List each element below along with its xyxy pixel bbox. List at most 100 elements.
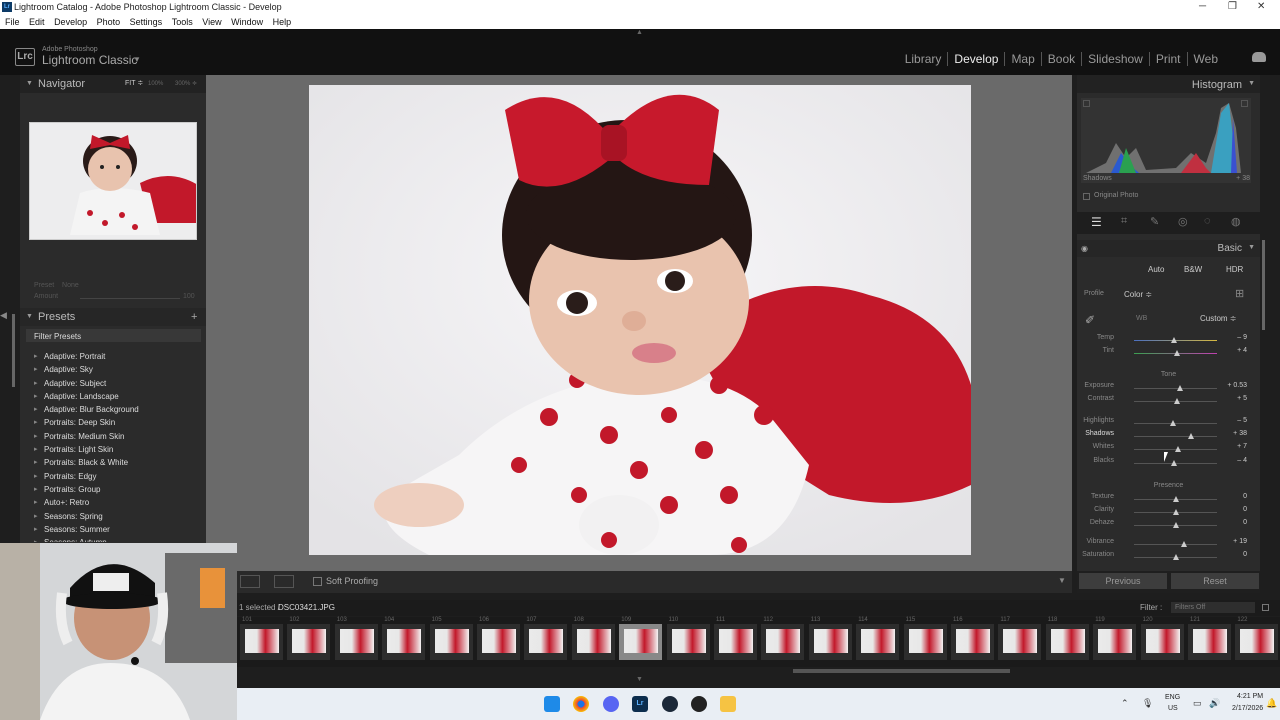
collapse-top-icon[interactable]: ▲ bbox=[636, 29, 643, 36]
filmstrip-scrollbar[interactable] bbox=[793, 669, 1010, 673]
slider-knob[interactable] bbox=[1172, 522, 1179, 528]
network-icon[interactable]: ▭ bbox=[1193, 698, 1202, 709]
lightroom-taskbar-icon[interactable]: Lr bbox=[632, 696, 648, 712]
zoom-fit[interactable]: FIT ≑ bbox=[125, 75, 143, 93]
previous-button[interactable]: Previous bbox=[1079, 573, 1167, 589]
filmstrip-thumbnail[interactable]: 116 bbox=[951, 617, 994, 660]
slider-whites[interactable]: Whites + 7 bbox=[1077, 443, 1260, 456]
wb-eyedropper-icon[interactable]: ✐ bbox=[1085, 313, 1095, 327]
main-photo[interactable] bbox=[309, 85, 971, 555]
preset-group-item[interactable]: Portraits: Deep Skin bbox=[32, 416, 139, 429]
chrome-icon[interactable] bbox=[573, 696, 589, 712]
menu-help[interactable]: Help bbox=[273, 17, 292, 27]
notification-icon[interactable]: 🔔 bbox=[1266, 698, 1277, 709]
module-web[interactable]: Web bbox=[1186, 52, 1224, 66]
masking-icon[interactable]: ◌ bbox=[1204, 215, 1211, 227]
slider-knob[interactable] bbox=[1170, 460, 1177, 466]
slider-knob[interactable] bbox=[1174, 446, 1181, 452]
cloud-sync-icon[interactable] bbox=[1252, 52, 1266, 62]
navigator-thumbnail[interactable] bbox=[29, 122, 197, 240]
slider-value[interactable]: + 7 bbox=[1217, 443, 1247, 450]
preset-group-item[interactable]: Adaptive: Landscape bbox=[32, 390, 139, 403]
filmstrip-thumbnail[interactable]: 112 bbox=[761, 617, 805, 660]
module-print[interactable]: Print bbox=[1148, 52, 1187, 66]
yy-compare-icon[interactable] bbox=[274, 575, 294, 588]
slider-value[interactable]: 0 bbox=[1217, 519, 1247, 526]
slider-shadows[interactable]: Shadows + 38 bbox=[1077, 430, 1260, 443]
filmstrip-thumbnail[interactable]: 102 bbox=[287, 617, 331, 660]
left-panel-toggle-icon[interactable]: ◀ bbox=[0, 310, 7, 321]
before-after-icon[interactable] bbox=[240, 575, 260, 588]
filmstrip-thumbnail[interactable]: 107 bbox=[524, 617, 568, 660]
slider-value[interactable]: – 5 bbox=[1217, 417, 1247, 424]
preset-group-item[interactable]: Seasons: Autumn bbox=[32, 536, 139, 542]
slider-value[interactable]: – 4 bbox=[1217, 457, 1247, 464]
bw-button[interactable]: B&W bbox=[1184, 265, 1202, 274]
file-explorer-icon[interactable] bbox=[720, 696, 736, 712]
histogram-header[interactable]: Histogram ▼ bbox=[1077, 75, 1260, 93]
profile-dropdown[interactable]: Color ≑ bbox=[1124, 290, 1152, 299]
discord-icon[interactable] bbox=[603, 696, 619, 712]
module-book[interactable]: Book bbox=[1040, 52, 1081, 66]
slider-value[interactable]: + 38 bbox=[1217, 430, 1247, 437]
filmstrip-thumbnail[interactable]: 115 bbox=[903, 617, 947, 660]
amount-slider[interactable] bbox=[80, 298, 180, 299]
filter-lock-icon[interactable] bbox=[1262, 604, 1269, 611]
filmstrip-thumbnail[interactable]: 122 bbox=[1235, 617, 1279, 660]
navigator-header[interactable]: ▼ Navigator FIT ≑ 100% 300% ≑ bbox=[20, 75, 206, 93]
menu-photo[interactable]: Photo bbox=[97, 17, 121, 27]
original-photo-checkbox[interactable] bbox=[1083, 193, 1090, 200]
start-icon[interactable] bbox=[544, 696, 560, 712]
filmstrip-thumbnail[interactable]: 105 bbox=[429, 617, 473, 660]
slider-knob[interactable] bbox=[1172, 554, 1179, 560]
reset-button[interactable]: Reset bbox=[1171, 573, 1259, 589]
module-develop[interactable]: Develop bbox=[947, 52, 1004, 66]
slider-value[interactable]: + 4 bbox=[1217, 347, 1247, 354]
minimize-icon[interactable]: ─ bbox=[1199, 1, 1206, 12]
zoom-100[interactable]: 100% bbox=[148, 75, 163, 93]
menu-tools[interactable]: Tools bbox=[172, 17, 193, 27]
slider-contrast[interactable]: Contrast + 5 bbox=[1077, 395, 1260, 408]
slider-value[interactable]: 0 bbox=[1217, 493, 1247, 500]
slider-track[interactable] bbox=[1134, 436, 1217, 437]
healing-icon[interactable]: ✎ bbox=[1150, 215, 1159, 228]
slider-value[interactable]: + 0.53 bbox=[1217, 382, 1247, 389]
close-icon[interactable]: ✕ bbox=[1257, 1, 1265, 12]
menu-window[interactable]: Window bbox=[231, 17, 263, 27]
collapse-bottom-icon[interactable]: ▼ bbox=[636, 676, 643, 683]
wb-dropdown[interactable]: Custom ≑ bbox=[1200, 314, 1237, 323]
menu-edit[interactable]: Edit bbox=[29, 17, 45, 27]
basic-header[interactable]: ◉ Basic ▼ bbox=[1077, 240, 1260, 257]
preset-group-item[interactable]: Portraits: Edgy bbox=[32, 470, 139, 483]
module-library[interactable]: Library bbox=[899, 52, 948, 66]
slider-knob[interactable] bbox=[1180, 541, 1187, 547]
preset-group-item[interactable]: Seasons: Summer bbox=[32, 523, 139, 536]
slider-texture[interactable]: Texture 0 bbox=[1077, 493, 1260, 506]
slider-track[interactable] bbox=[1134, 388, 1217, 389]
filmstrip-thumbnail[interactable]: 121 bbox=[1188, 617, 1231, 660]
right-scrollbar[interactable] bbox=[1262, 240, 1265, 330]
mic-icon[interactable]: 🎙 bbox=[1142, 698, 1153, 709]
menu-develop[interactable]: Develop bbox=[54, 17, 87, 27]
slider-knob[interactable] bbox=[1174, 398, 1181, 404]
restore-icon[interactable]: ❐ bbox=[1228, 1, 1237, 12]
slider-blacks[interactable]: Blacks – 4 bbox=[1077, 457, 1260, 470]
filmstrip-thumbnail[interactable]: 118 bbox=[1045, 617, 1089, 660]
slider-temp[interactable]: Temp – 9 bbox=[1077, 334, 1260, 347]
slider-value[interactable]: 0 bbox=[1217, 551, 1247, 558]
current-filename[interactable]: DSC03421.JPG bbox=[278, 603, 335, 612]
filter-dropdown[interactable]: Filters Off bbox=[1171, 602, 1255, 613]
language-code[interactable]: ENG bbox=[1165, 694, 1180, 701]
tray-chevron-icon[interactable]: ⌃ bbox=[1121, 698, 1129, 709]
soft-proofing-checkbox[interactable] bbox=[313, 577, 322, 586]
menu-settings[interactable]: Settings bbox=[130, 17, 163, 27]
module-slideshow[interactable]: Slideshow bbox=[1081, 52, 1149, 66]
filmstrip-thumbnail[interactable]: 119 bbox=[1093, 617, 1137, 660]
brand-dropdown-icon[interactable]: ▼ bbox=[133, 55, 141, 64]
left-scrollbar[interactable] bbox=[12, 314, 15, 387]
slider-vibrance[interactable]: Vibrance + 19 bbox=[1077, 538, 1260, 551]
filmstrip-thumbnail[interactable]: 117 bbox=[998, 617, 1042, 660]
filmstrip-thumbnail[interactable]: 106 bbox=[477, 617, 520, 660]
filmstrip-thumbnail[interactable]: 103 bbox=[334, 617, 378, 660]
clock-time[interactable]: 4:21 PM bbox=[1237, 693, 1263, 700]
